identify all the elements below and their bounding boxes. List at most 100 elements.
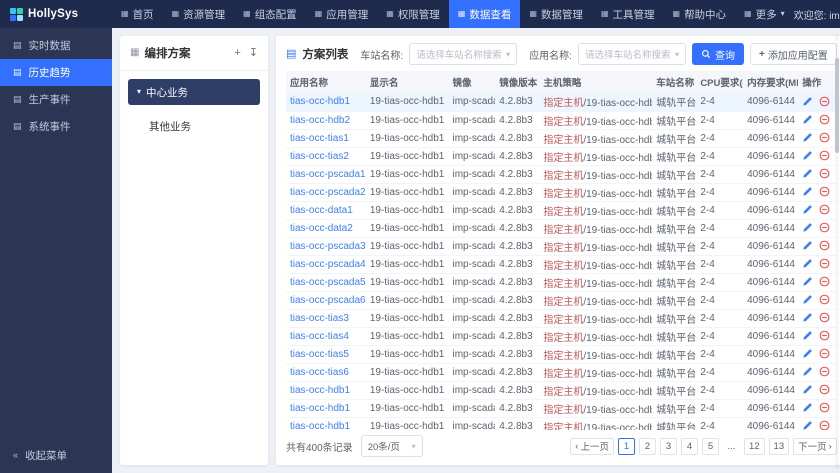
add-plan-button[interactable]: + <box>234 47 240 59</box>
edit-icon[interactable] <box>802 168 813 179</box>
page-button[interactable]: 1 <box>617 437 635 455</box>
delete-icon[interactable] <box>819 276 830 287</box>
app-name-link[interactable]: tias-occ-tias5 <box>290 349 349 360</box>
app-name-link[interactable]: tias-occ-tias1 <box>290 133 349 144</box>
page-button[interactable]: 12 <box>743 437 765 455</box>
edit-icon[interactable] <box>802 366 813 377</box>
nav-item[interactable]: ▦ 组态配置 <box>234 0 306 28</box>
import-plan-button[interactable]: ↧ <box>249 47 258 59</box>
delete-icon[interactable] <box>819 96 830 107</box>
app-filter-select[interactable]: 请选择车站名称搜索 ▾ <box>577 43 686 65</box>
edit-icon[interactable] <box>802 114 813 125</box>
app-name-link[interactable]: tias-occ-tias4 <box>290 331 349 342</box>
nav-item[interactable]: ▦ 数据管理 <box>520 0 592 28</box>
delete-icon[interactable] <box>819 258 830 269</box>
app-name-link[interactable]: tias-occ-data1 <box>290 205 353 216</box>
app-name-link[interactable]: tias-occ-pscada3 <box>290 241 366 252</box>
station-filter-select[interactable]: 请选择车站名称搜索 ▾ <box>409 43 518 65</box>
edit-icon[interactable] <box>802 222 813 233</box>
add-app-config-button[interactable]: + 添加应用配置 <box>749 43 837 65</box>
delete-icon[interactable] <box>819 114 830 125</box>
sidebar-item[interactable]: ▤ 实时数据 <box>0 32 112 59</box>
edit-icon[interactable] <box>802 348 813 359</box>
app-name-link[interactable]: tias-occ-hdb1 <box>290 421 350 431</box>
edit-icon[interactable] <box>802 132 813 143</box>
edit-icon[interactable] <box>802 186 813 197</box>
delete-icon[interactable] <box>819 402 830 413</box>
nav-item[interactable]: ▦ 更多 ▾ <box>735 0 794 28</box>
delete-icon[interactable] <box>819 150 830 161</box>
nav-item[interactable]: ▦ 工具管理 <box>592 0 664 28</box>
page-button[interactable]: 4 <box>680 437 698 455</box>
delete-icon[interactable] <box>819 294 830 305</box>
mem-cell: 4096-6144 <box>743 129 799 148</box>
nav-item[interactable]: ▦ 帮助中心 <box>664 0 736 28</box>
edit-icon[interactable] <box>802 330 813 341</box>
edit-icon[interactable] <box>802 384 813 395</box>
app-name-link[interactable]: tias-occ-tias2 <box>290 151 349 162</box>
delete-icon[interactable] <box>819 186 830 197</box>
edit-icon[interactable] <box>802 240 813 251</box>
app-name-link[interactable]: tias-occ-tias3 <box>290 313 349 324</box>
sidebar: ▤ 实时数据 ▤ 历史趋势 ▤ 生产事件 ▤ 系统事件 « 收起菜单 <box>0 28 112 473</box>
edit-icon[interactable] <box>802 312 813 323</box>
host-policy-cell: 指定主机/19-tias-occ-hdb1 <box>539 237 653 256</box>
nav-item[interactable]: ▦ 首页 <box>112 0 163 28</box>
delete-icon[interactable] <box>819 330 830 341</box>
page-scrollbar-thumb[interactable] <box>835 58 839 153</box>
logo[interactable]: HollySys <box>0 7 112 21</box>
nav-item-label: 权限管理 <box>397 8 440 21</box>
app-name-link[interactable]: tias-occ-hdb1 <box>290 403 350 414</box>
edit-icon[interactable] <box>802 204 813 215</box>
plan-group-item[interactable]: 其他业务 <box>128 113 260 139</box>
app-name-link[interactable]: tias-occ-hdb2 <box>290 115 350 126</box>
app-name-link[interactable]: tias-occ-hdb1 <box>290 96 350 107</box>
page-button[interactable]: 5 <box>701 437 719 455</box>
nav-item[interactable]: ▦ 数据查看 <box>448 0 521 28</box>
delete-icon[interactable] <box>819 222 830 233</box>
delete-icon[interactable] <box>819 204 830 215</box>
page-button[interactable]: 13 <box>768 437 790 455</box>
edit-icon[interactable] <box>802 150 813 161</box>
sidebar-item[interactable]: ▤ 生产事件 <box>0 86 112 113</box>
edit-icon[interactable] <box>802 294 813 305</box>
app-name-link[interactable]: tias-occ-hdb1 <box>290 385 350 396</box>
nav-item[interactable]: ▦ 权限管理 <box>377 0 449 28</box>
edit-icon[interactable] <box>802 258 813 269</box>
app-name-link[interactable]: tias-occ-data2 <box>290 223 353 234</box>
app-name-link[interactable]: tias-occ-tias6 <box>290 367 349 378</box>
app-name-link[interactable]: tias-occ-pscada1 <box>290 169 366 180</box>
delete-icon[interactable] <box>819 132 830 143</box>
delete-icon[interactable] <box>819 348 830 359</box>
plan-group-item[interactable]: ▾ 中心业务 <box>128 79 260 105</box>
collapse-menu-button[interactable]: « 收起菜单 <box>0 443 112 467</box>
edit-icon[interactable] <box>802 402 813 413</box>
sidebar-item[interactable]: ▤ 系统事件 <box>0 113 112 140</box>
delete-icon[interactable] <box>819 240 830 251</box>
edit-icon[interactable] <box>802 96 813 107</box>
nav-item-label: 组态配置 <box>254 8 297 21</box>
sidebar-item[interactable]: ▤ 历史趋势 <box>0 59 112 86</box>
app-name-link[interactable]: tias-occ-pscada6 <box>290 295 366 306</box>
page-size-select[interactable]: 20条/页 ▾ <box>360 435 423 457</box>
page-button[interactable]: 3 <box>659 437 677 455</box>
edit-icon[interactable] <box>802 276 813 287</box>
delete-icon[interactable] <box>819 312 830 323</box>
next-page-button[interactable]: 下一页 › <box>793 437 837 455</box>
nav-item[interactable]: ▦ 应用管理 <box>306 0 378 28</box>
delete-icon[interactable] <box>819 168 830 179</box>
app-name-link[interactable]: tias-occ-pscada5 <box>290 277 366 288</box>
app-name-link[interactable]: tias-occ-pscada2 <box>290 187 366 198</box>
edit-icon[interactable] <box>802 420 813 430</box>
app-name-link[interactable]: tias-occ-pscada4 <box>290 259 366 270</box>
delete-icon[interactable] <box>819 366 830 377</box>
prev-page-button[interactable]: ‹ 上一页 <box>570 437 614 455</box>
page-button[interactable]: 2 <box>638 437 656 455</box>
table-row: tias-occ-data2 19-tias-occ-hdb1 imp-scada 4… <box>286 219 837 238</box>
delete-icon[interactable] <box>819 384 830 395</box>
search-button[interactable]: 查询 <box>691 43 744 65</box>
pagination: ‹ 上一页 1 2 3 4 5... 12 13 下一页 › <box>570 437 837 455</box>
delete-icon[interactable] <box>819 420 830 430</box>
nav-item[interactable]: ▦ 资源管理 <box>163 0 235 28</box>
display-name-cell: 19-tias-occ-hdb1 <box>365 273 449 292</box>
